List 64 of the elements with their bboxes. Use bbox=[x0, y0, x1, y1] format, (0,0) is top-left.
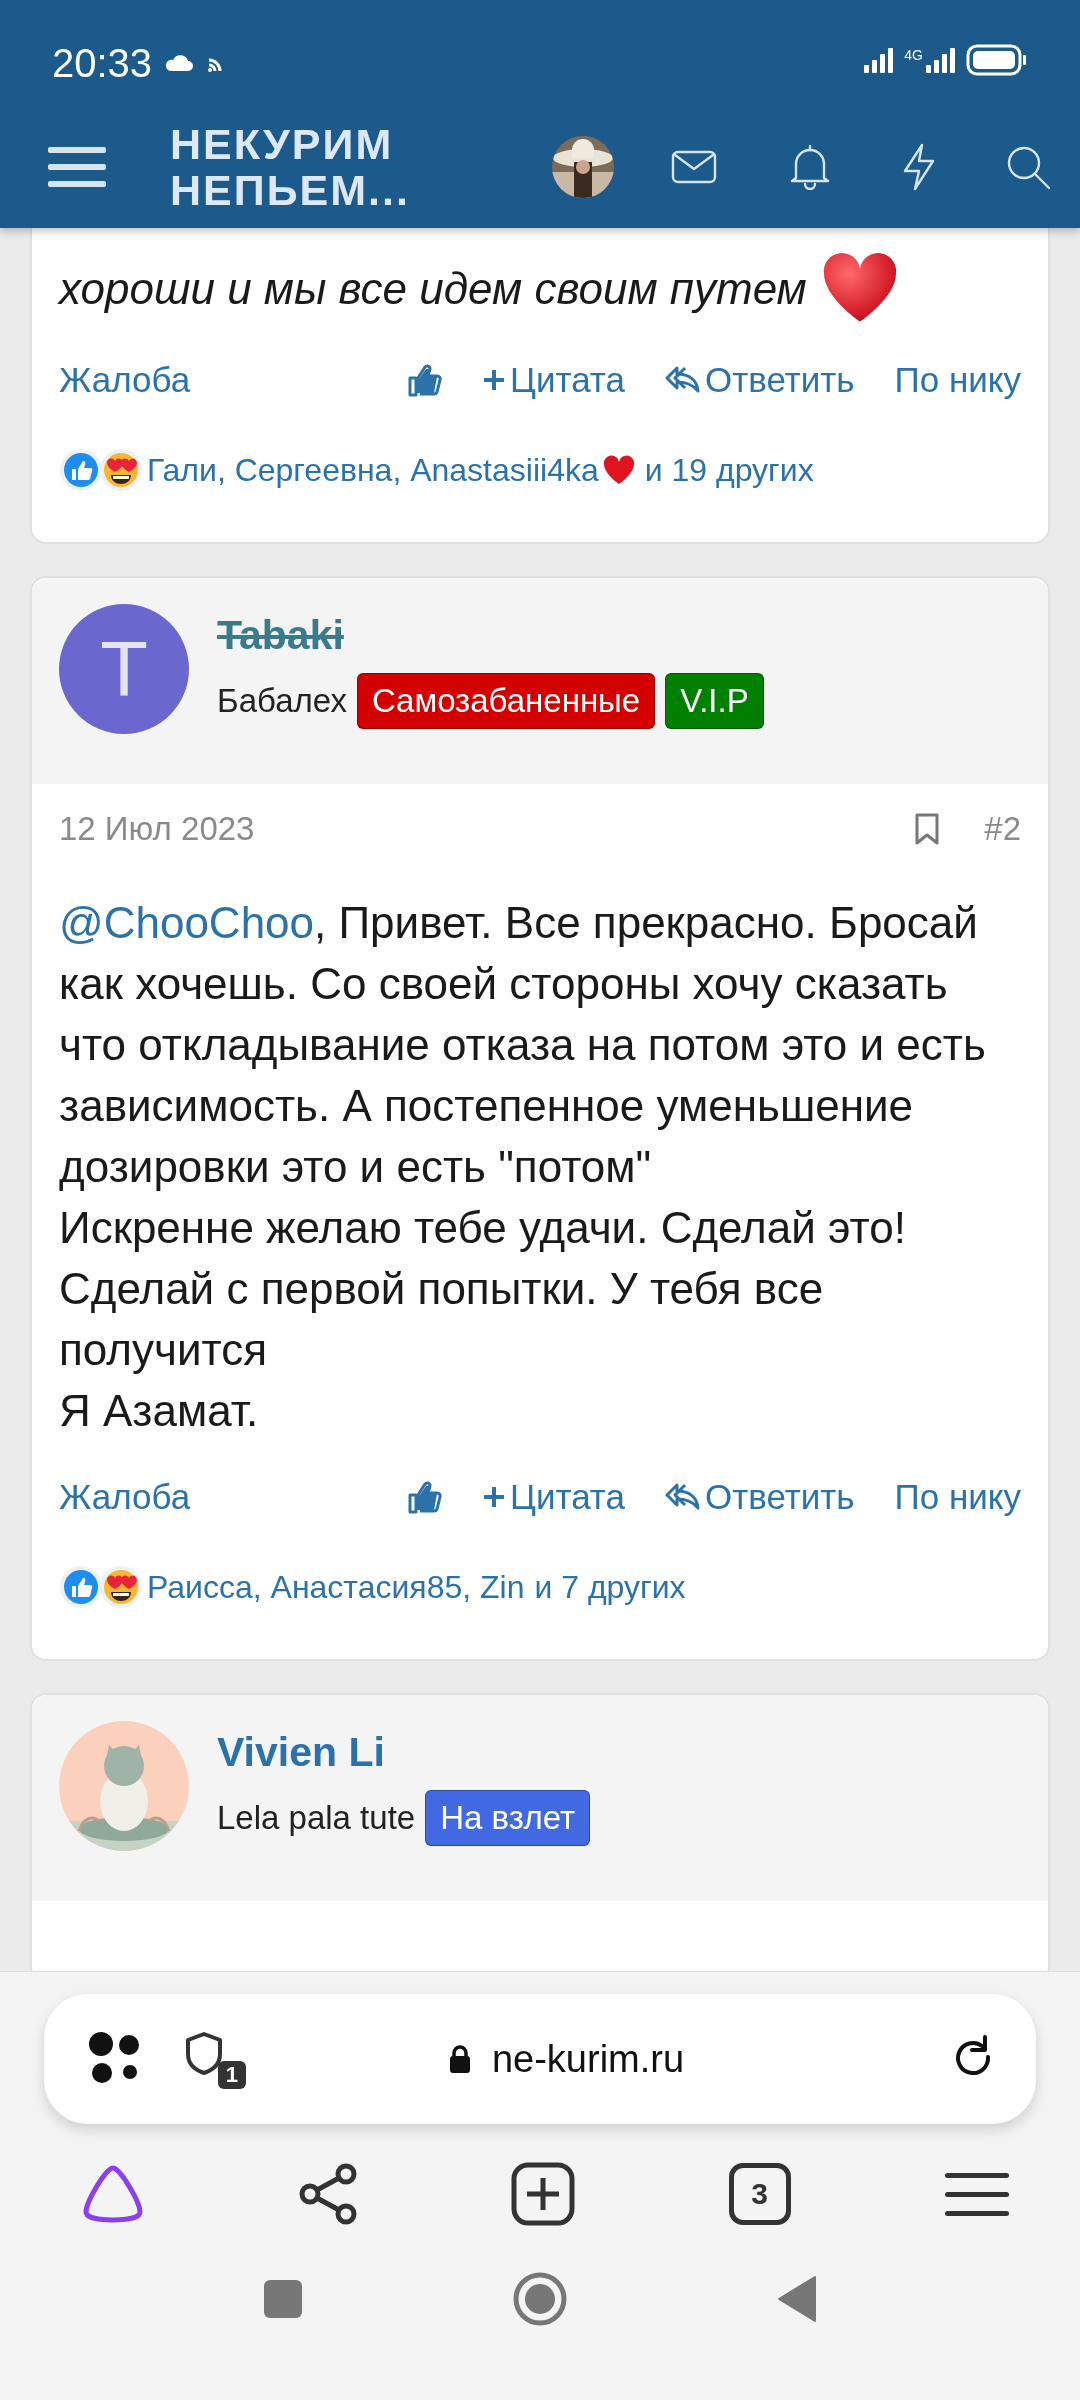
thumbs-up-icon bbox=[59, 448, 103, 492]
user-badge: На взлет bbox=[425, 1790, 591, 1846]
user-title: Бабалех bbox=[217, 682, 347, 720]
report-link[interactable]: Жалоба bbox=[59, 1477, 191, 1517]
back-icon[interactable] bbox=[777, 2275, 817, 2323]
reaction-names[interactable]: Раисса, Анастасия85, Zin bbox=[147, 1568, 525, 1606]
signal-icon bbox=[864, 47, 895, 73]
post-text: @ChooChoo, Привет. Все прекрасно. Бросай как хочешь. Со своей стороны хочу сказать что откладывание отказа на потом это и есть зависимость. А постепенное уменьшение дозировки это и есть "потом" bbox=[59, 897, 987, 1193]
network-label: 4G bbox=[904, 47, 923, 63]
home-icon[interactable] bbox=[513, 2272, 567, 2326]
nick-link[interactable]: По нику bbox=[894, 1477, 1021, 1517]
url-text[interactable]: ne-kurim.ru bbox=[491, 2037, 685, 2081]
reply-link[interactable]: Ответить bbox=[664, 1477, 855, 1517]
count-badge: 1 bbox=[217, 2061, 246, 2089]
status-time: 20:33 bbox=[52, 40, 153, 86]
reaction-more-link[interactable]: и 19 других bbox=[644, 451, 814, 489]
reaction-icons[interactable] bbox=[59, 1565, 143, 1609]
reaction-names[interactable]: Гали, Сергеевна, Anastasiii4ka bbox=[147, 451, 599, 489]
plus-icon bbox=[482, 1485, 507, 1509]
post-date: 12 Июл 2023 bbox=[59, 810, 255, 848]
reply-icon bbox=[664, 365, 701, 395]
recents-icon[interactable] bbox=[263, 2279, 303, 2319]
post-number[interactable]: #2 bbox=[984, 810, 1021, 848]
new-tab-icon[interactable] bbox=[511, 2162, 575, 2226]
battery-icon bbox=[966, 44, 1028, 76]
heart-eyes-icon bbox=[99, 448, 143, 492]
user-badge: Самозабаненные bbox=[356, 673, 656, 729]
mention-link[interactable]: @ChooChoo bbox=[59, 898, 315, 947]
address-bar[interactable]: 1 ne-kurim.ru bbox=[44, 1994, 1036, 2124]
assistant-icon[interactable] bbox=[82, 2164, 144, 2224]
quote-link[interactable]: Цитата bbox=[482, 360, 625, 400]
author-name[interactable]: Vivien Li bbox=[217, 1729, 591, 1776]
tabs-button[interactable]: 3 bbox=[728, 2163, 791, 2225]
bookmark-icon[interactable] bbox=[914, 812, 941, 846]
signal-icon bbox=[926, 47, 956, 73]
cloud-icon bbox=[164, 53, 195, 73]
mail-icon[interactable] bbox=[670, 149, 718, 185]
share-icon[interactable] bbox=[297, 2163, 358, 2225]
user-title: Lela pala tute bbox=[217, 1799, 416, 1837]
nick-link[interactable]: По нику bbox=[894, 360, 1021, 400]
heart-icon bbox=[602, 455, 635, 485]
thumbs-up-icon bbox=[59, 1565, 103, 1609]
avatar[interactable]: T bbox=[59, 604, 189, 734]
report-link[interactable]: Жалоба bbox=[59, 360, 191, 400]
post-text: Я Азамат. bbox=[59, 1385, 259, 1437]
like-icon[interactable] bbox=[406, 1479, 443, 1515]
shield-icon[interactable] bbox=[184, 2031, 224, 2075]
post-text: хороши и мы все идем своим путем bbox=[59, 262, 807, 315]
reply-icon bbox=[664, 1482, 701, 1512]
post-text: Искренне желаю тебе удачи. Сделай это! bbox=[59, 1202, 906, 1254]
user-badge: V.I.P bbox=[665, 673, 764, 729]
plus-icon bbox=[482, 368, 507, 392]
post-text: Сделай с первой попытки. У тебя все получится bbox=[59, 1263, 825, 1376]
menu-icon[interactable] bbox=[944, 2171, 1010, 2217]
author-name[interactable]: Tabaki bbox=[217, 612, 764, 659]
lock-icon bbox=[447, 2044, 472, 2074]
like-icon[interactable] bbox=[406, 362, 443, 398]
reaction-icons[interactable] bbox=[59, 448, 143, 492]
quote-link[interactable]: Цитата bbox=[482, 1477, 625, 1517]
reply-link[interactable]: Ответить bbox=[664, 360, 855, 400]
site-logo[interactable]: НЕКУРИМ НЕПЬЕМ... bbox=[170, 121, 410, 213]
heart-eyes-icon bbox=[99, 1565, 143, 1609]
reaction-more-link[interactable]: и 7 других bbox=[534, 1568, 686, 1606]
bell-icon[interactable] bbox=[788, 144, 832, 190]
